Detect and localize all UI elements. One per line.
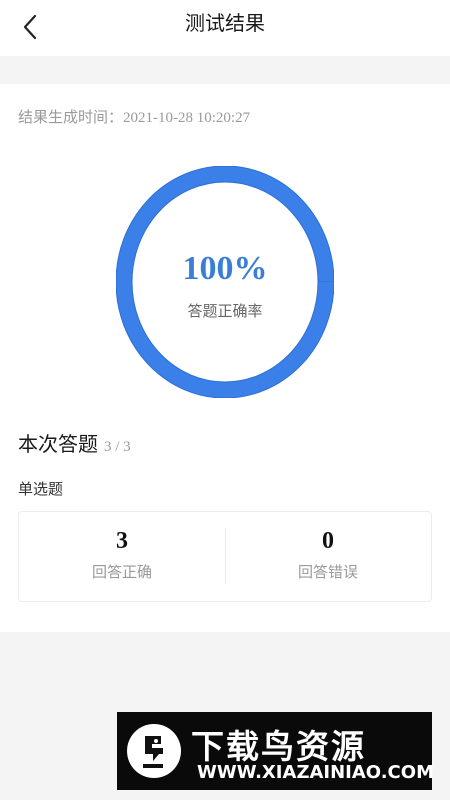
wrong-count: 0 xyxy=(322,528,334,554)
correct-stat: 3 回答正确 xyxy=(19,512,225,601)
watermark-url: WWW.XIAZAINIAO.COM xyxy=(197,762,434,783)
watermark-banner: 下载鸟资源 WWW.XIAZAINIAO.COM xyxy=(117,712,434,790)
question-count: 3 / 3 xyxy=(104,439,131,455)
accuracy-label: 答题正确率 xyxy=(187,302,263,320)
generated-time-value: 2021-10-28 10:20:27 xyxy=(123,110,251,126)
wrong-stat: 0 回答错误 xyxy=(225,512,431,601)
accuracy-ring: 100% 答题正确率 xyxy=(116,166,334,398)
wrong-label: 回答错误 xyxy=(297,563,358,581)
correct-count: 3 xyxy=(116,528,128,554)
section-title-text: 本次答题 xyxy=(18,432,98,456)
bird-logo-icon xyxy=(127,724,181,778)
generated-time-label: 结果生成时间： xyxy=(18,108,124,126)
correct-label: 回答正确 xyxy=(91,563,152,581)
top-bar: 测试结果 xyxy=(0,0,450,56)
result-card: 结果生成时间：2021-10-28 10:20:27 100% 答题正确率 本次… xyxy=(0,84,450,632)
section-title: 本次答题 3 / 3 xyxy=(18,428,131,457)
page-title: 测试结果 xyxy=(185,11,265,35)
watermark-title: 下载鸟资源 xyxy=(191,727,366,766)
question-type: 单选题 xyxy=(18,480,64,498)
generated-time: 结果生成时间：2021-10-28 10:20:27 xyxy=(18,106,250,127)
accuracy-percent: 100% xyxy=(182,250,268,287)
stats-box: 3 回答正确 0 回答错误 xyxy=(18,511,432,602)
